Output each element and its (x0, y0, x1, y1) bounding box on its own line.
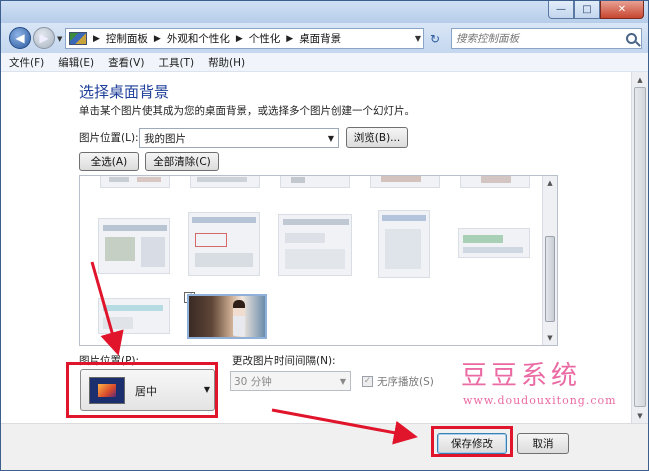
wallpaper-thumbnail[interactable] (98, 218, 170, 274)
menu-view[interactable]: 查看(V) (108, 55, 144, 70)
navigation-bar: ◀ ▶ ▼ ▶ 控制面板 ▶ 外观和个性化 ▶ 个性化 ▶ 桌面背景 ▼ ↻ (1, 23, 648, 53)
caption-buttons: — □ ✕ (548, 1, 644, 19)
wallpaper-thumbnail[interactable] (280, 176, 350, 188)
shuffle-option: ✓ 无序播放(S) (362, 374, 434, 389)
highlight-save-box (431, 426, 513, 457)
close-button[interactable]: ✕ (600, 1, 644, 19)
menu-tools[interactable]: 工具(T) (158, 55, 194, 70)
gallery-scroll-thumb[interactable] (545, 236, 555, 322)
gallery-scrollbar[interactable]: ▲ ▼ (542, 176, 557, 345)
shuffle-label: 无序播放(S) (377, 376, 434, 388)
title-bar: — □ ✕ (1, 1, 648, 23)
control-panel-icon (69, 32, 87, 45)
forward-button[interactable]: ▶ (33, 27, 55, 49)
highlight-position-box (66, 362, 218, 418)
watermark-url: www.doudouxitong.com (463, 394, 617, 407)
wallpaper-thumbnail[interactable] (370, 176, 440, 188)
picture-location-value: 我的图片 (144, 132, 186, 145)
picture-location-label: 图片位置(L): (79, 132, 139, 144)
select-all-button[interactable]: 全选(A) (79, 152, 139, 171)
search-box[interactable] (451, 28, 642, 49)
page-scroll-thumb[interactable] (634, 87, 646, 407)
breadcrumb-control-panel[interactable]: 控制面板 (106, 31, 148, 46)
search-icon[interactable] (626, 33, 637, 44)
interval-label: 更改图片时间间隔(N): (232, 355, 336, 367)
back-button[interactable]: ◀ (9, 27, 31, 49)
refresh-button[interactable]: ↻ (427, 28, 443, 49)
wallpaper-thumbnail[interactable] (378, 210, 430, 278)
shuffle-checkbox: ✓ (362, 376, 373, 387)
scroll-up-icon[interactable]: ▲ (632, 72, 648, 87)
wallpaper-gallery[interactable]: ✓ ▲ ▼ (79, 175, 558, 346)
chevron-down-icon: ▼ (339, 376, 346, 386)
search-input[interactable] (456, 32, 616, 45)
breadcrumb-separator-icon[interactable]: ▶ (236, 34, 243, 44)
selected-wallpaper-thumbnail[interactable] (187, 294, 267, 339)
scroll-up-icon[interactable]: ▲ (543, 176, 557, 190)
wallpaper-thumbnail[interactable] (278, 214, 352, 276)
wallpaper-thumbnail[interactable] (98, 298, 170, 334)
page-title: 选择桌面背景 (79, 83, 170, 101)
breadcrumb-separator-icon[interactable]: ▶ (154, 34, 161, 44)
wallpaper-photo-figure (233, 300, 245, 336)
maximize-button[interactable]: □ (574, 1, 600, 19)
scroll-down-icon[interactable]: ▼ (632, 408, 648, 423)
interval-select: 30 分钟 ▼ (230, 371, 351, 391)
wallpaper-thumbnail[interactable] (188, 212, 260, 276)
interval-value: 30 分钟 (234, 375, 272, 388)
wallpaper-thumbnail[interactable] (460, 176, 530, 188)
wallpaper-thumbnail[interactable] (190, 176, 260, 188)
address-bar[interactable]: ▶ 控制面板 ▶ 外观和个性化 ▶ 个性化 ▶ 桌面背景 ▼ (65, 28, 424, 49)
cancel-button[interactable]: 取消 (517, 433, 569, 454)
menu-edit[interactable]: 编辑(E) (58, 55, 94, 70)
breadcrumb-appearance[interactable]: 外观和个性化 (167, 31, 230, 46)
chevron-down-icon: ▼ (327, 133, 334, 143)
breadcrumb-personalization[interactable]: 个性化 (249, 31, 281, 46)
minimize-button[interactable]: — (548, 1, 574, 19)
menu-help[interactable]: 帮助(H) (208, 55, 245, 70)
wallpaper-thumbnail[interactable] (100, 176, 170, 188)
picture-location-select[interactable]: 我的图片 ▼ (139, 128, 339, 148)
menu-bar: 文件(F) 编辑(E) 查看(V) 工具(T) 帮助(H) (1, 53, 648, 72)
scroll-down-icon[interactable]: ▼ (543, 331, 557, 345)
recent-pages-dropdown-icon[interactable]: ▼ (57, 35, 62, 43)
wallpaper-thumbnail[interactable] (458, 228, 530, 258)
page-subtitle: 单击某个图片使其成为您的桌面背景，或选择多个图片创建一个幻灯片。 (79, 105, 415, 117)
clear-all-button[interactable]: 全部清除(C) (145, 152, 219, 171)
breadcrumb-desktop-background[interactable]: 桌面背景 (299, 31, 341, 46)
footer-bar: 保存修改 取消 (1, 423, 648, 470)
browse-button[interactable]: 浏览(B)... (346, 127, 408, 148)
page-scrollbar[interactable]: ▲ ▼ (631, 72, 648, 423)
address-dropdown-icon[interactable]: ▼ (415, 34, 421, 43)
watermark-title: 豆豆系统 (461, 361, 582, 391)
menu-file[interactable]: 文件(F) (9, 55, 44, 70)
breadcrumb-separator-icon[interactable]: ▶ (286, 34, 293, 44)
breadcrumb: 控制面板 ▶ 外观和个性化 ▶ 个性化 ▶ 桌面背景 (106, 31, 341, 46)
breadcrumb-separator-icon[interactable]: ▶ (93, 34, 100, 44)
